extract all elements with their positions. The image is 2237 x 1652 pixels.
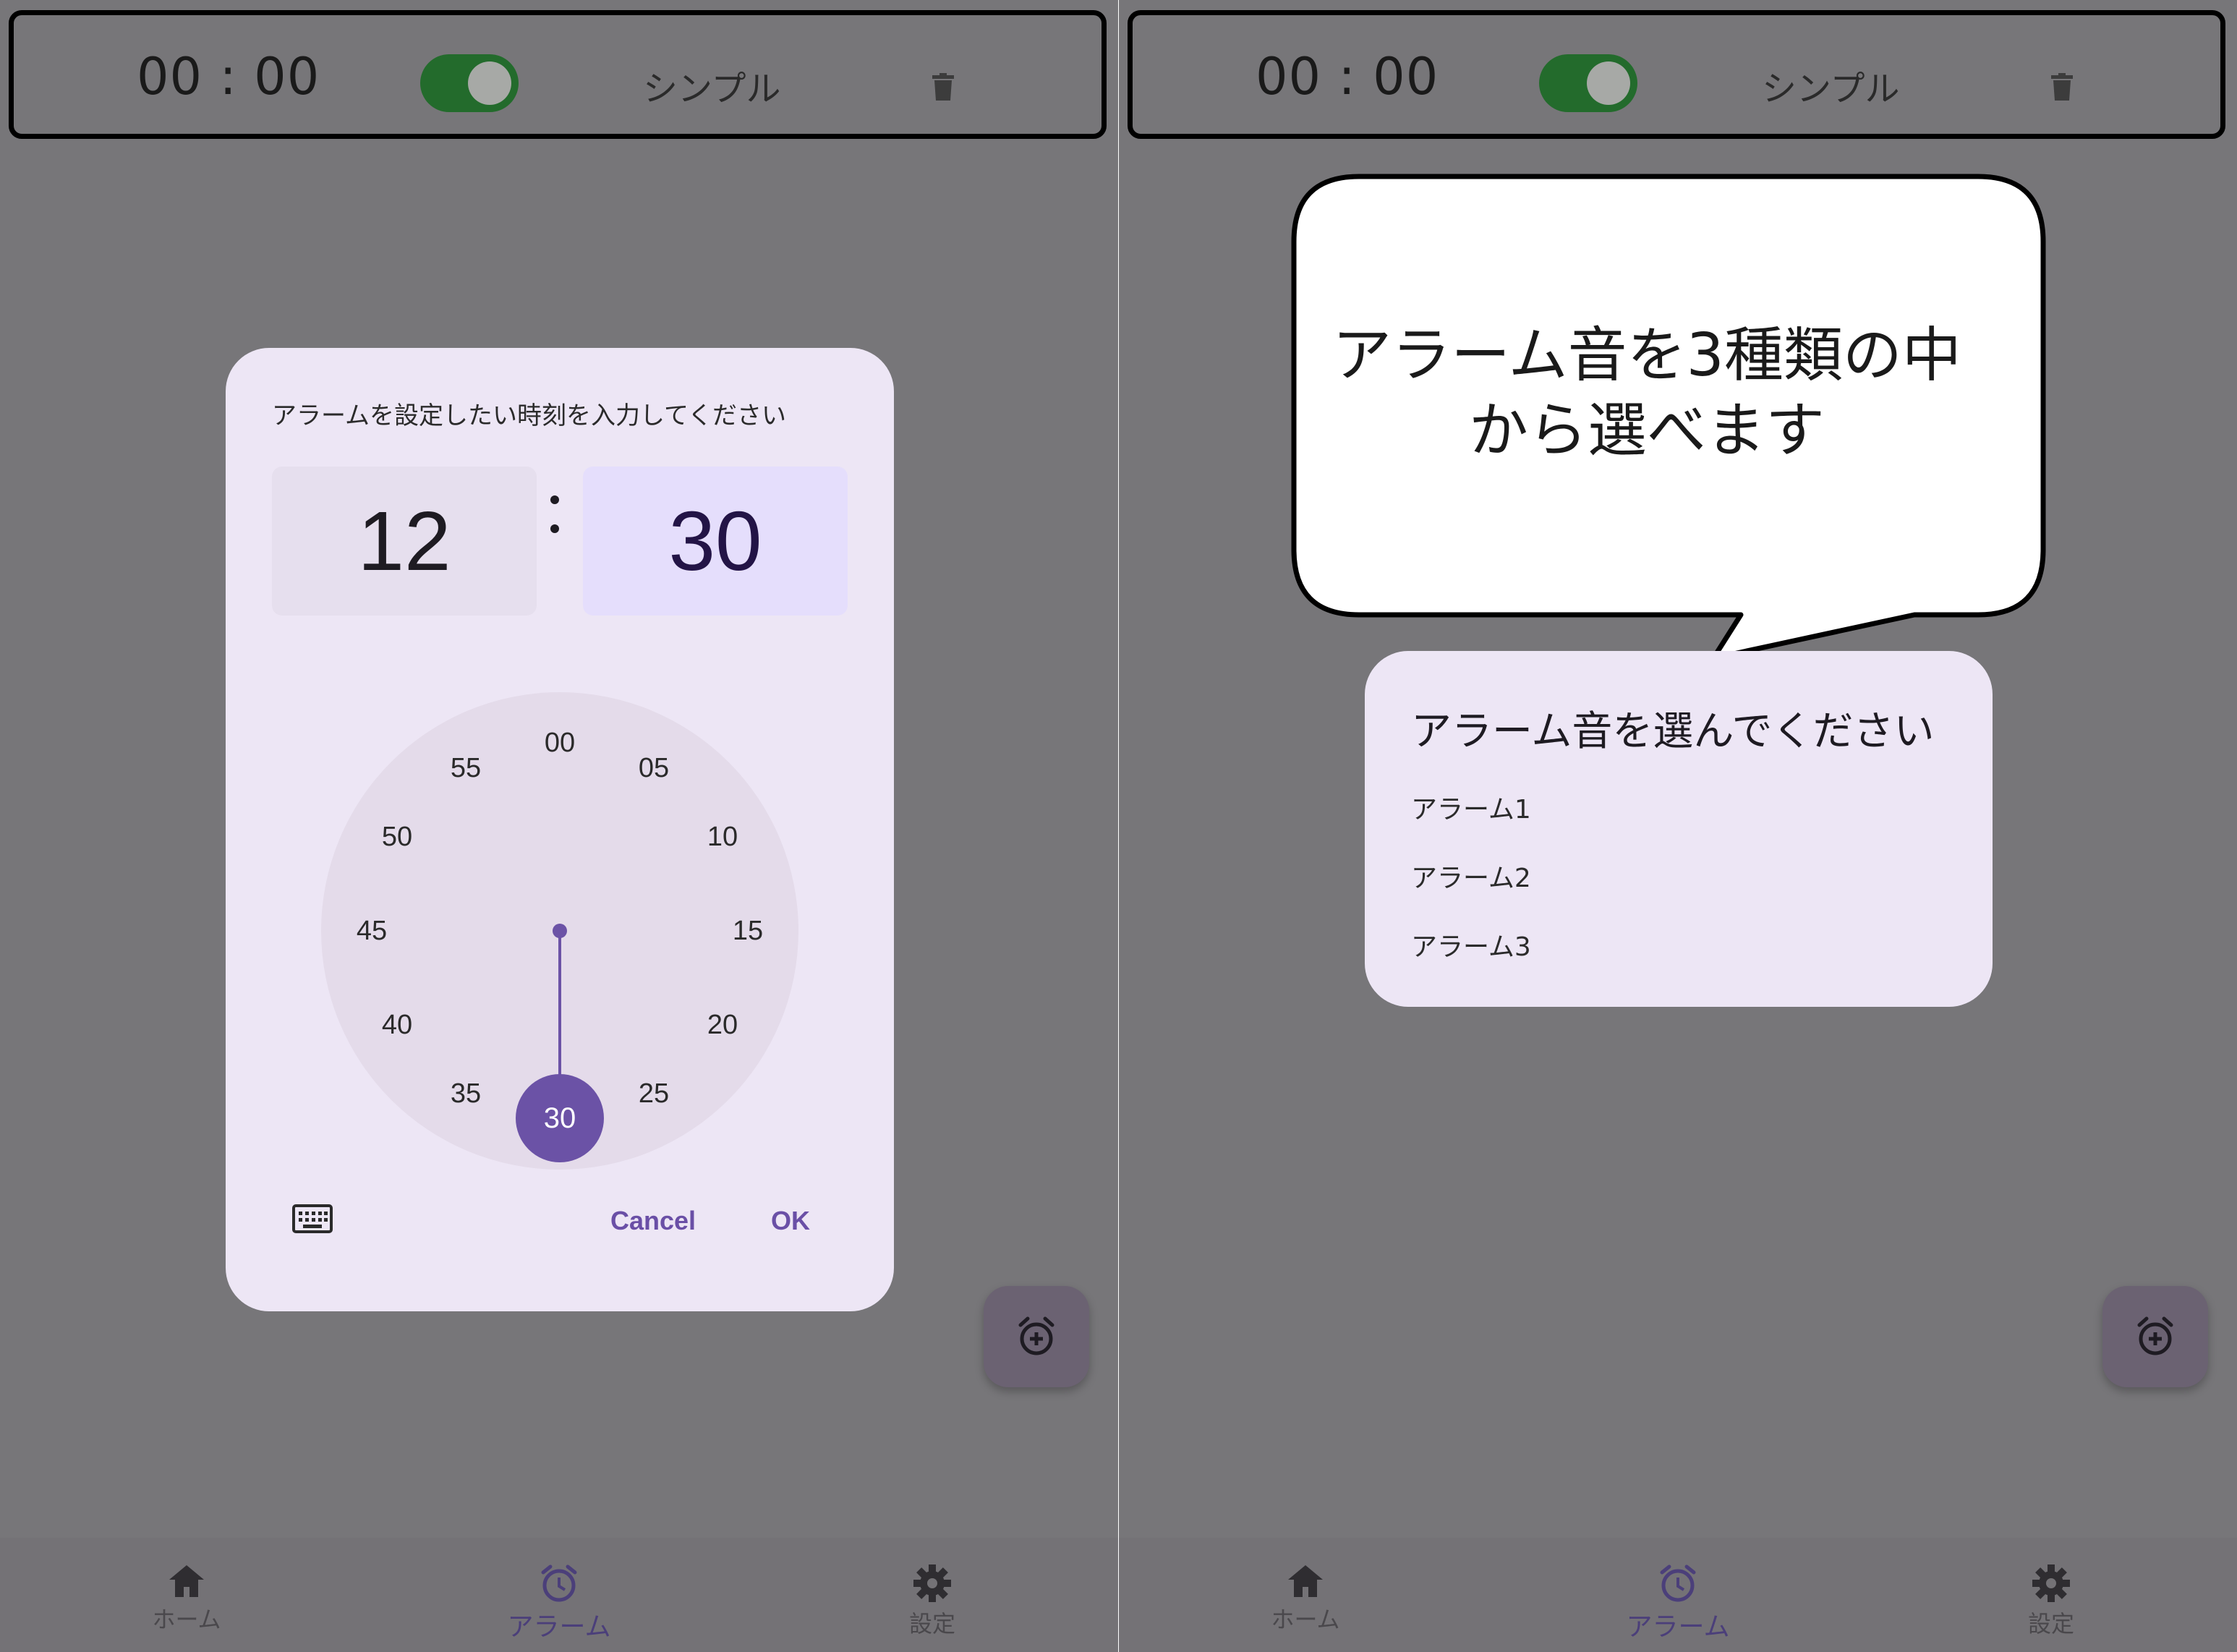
dial-label[interactable]: 15 (723, 913, 773, 949)
sound-option-1[interactable]: アラーム1 (1411, 788, 1531, 826)
add-alarm-button[interactable] (984, 1286, 1089, 1387)
bottom-navigation: ホーム アラーム 設定 (1119, 1538, 2237, 1652)
trash-icon[interactable] (2051, 73, 2073, 103)
nav-label: 設定 (908, 1610, 955, 1638)
home-icon (1288, 1565, 1323, 1597)
nav-item-alarm[interactable]: アラーム (480, 1564, 639, 1643)
alarm-time: 00 : 00 (1256, 47, 1439, 106)
time-picker-dialog: アラームを設定したい時刻を入力してください 12 30 00 05 10 15 … (226, 348, 894, 1311)
dial-label[interactable]: 25 (629, 1076, 679, 1112)
nav-label: ホーム (152, 1606, 221, 1633)
alarm-toggle[interactable] (420, 54, 519, 112)
nav-item-alarm[interactable]: アラーム (1598, 1564, 1757, 1643)
bottom-navigation: ホーム アラーム 設定 (0, 1538, 1118, 1652)
toggle-knob (1587, 61, 1630, 105)
right-screenshot: 00 : 00 シンプル アラーム音を3種類の中 から選べます アラーム音を選ん… (1119, 0, 2237, 1652)
alarm-type-label: シンプル (1762, 69, 1900, 109)
nav-label: ホーム (1271, 1606, 1340, 1633)
minute-field[interactable]: 30 (583, 467, 848, 616)
add-alarm-button[interactable] (2102, 1286, 2208, 1387)
home-icon (169, 1565, 204, 1597)
time-separator (548, 485, 560, 543)
gear-icon (2032, 1564, 2070, 1602)
left-screenshot: 00 : 00 シンプル アラームを設定したい時刻を入力してください 12 30… (0, 0, 1118, 1652)
sound-option-2[interactable]: アラーム2 (1411, 857, 1531, 895)
alarm-clock-icon (1660, 1564, 1696, 1602)
nav-label: アラーム (507, 1612, 611, 1642)
gear-icon (913, 1564, 951, 1602)
minute-dial[interactable]: 00 05 10 15 20 25 35 40 45 50 55 30 (321, 692, 798, 1170)
nav-item-settings[interactable]: 設定 (853, 1564, 1012, 1639)
ok-button[interactable]: OK (771, 1206, 810, 1236)
callout-line-2: から選べます (1468, 396, 1825, 465)
dial-label[interactable]: 10 (697, 819, 748, 855)
dial-label[interactable]: 00 (534, 725, 585, 761)
add-alarm-icon (2137, 1316, 2173, 1355)
nav-item-home[interactable]: ホーム (107, 1564, 266, 1635)
dial-label[interactable]: 35 (440, 1076, 491, 1112)
callout-line-1: アラーム音を3種類の中 (1332, 321, 1961, 390)
alarm-type-label: シンプル (643, 69, 781, 109)
hour-field[interactable]: 12 (272, 467, 537, 616)
dial-label[interactable]: 50 (372, 819, 422, 855)
dial-center-dot (553, 924, 567, 938)
alarm-clock-icon (541, 1564, 577, 1602)
toggle-knob (468, 61, 511, 105)
dial-label[interactable]: 45 (346, 913, 397, 949)
alarm-list-item[interactable]: 00 : 00 シンプル (9, 10, 1107, 139)
sound-option-3[interactable]: アラーム3 (1411, 926, 1531, 963)
dial-label[interactable]: 55 (440, 750, 491, 786)
alarm-time: 00 : 00 (137, 47, 320, 106)
dialog-title: アラーム音を選んでください (1411, 708, 1935, 755)
alarm-sound-dialog: アラーム音を選んでください アラーム1 アラーム2 アラーム3 (1365, 651, 1993, 1007)
nav-label: アラーム (1626, 1612, 1730, 1642)
dial-label[interactable]: 40 (372, 1007, 422, 1043)
nav-label: 設定 (2027, 1610, 2074, 1638)
alarm-list-item[interactable]: 00 : 00 シンプル (1128, 10, 2225, 139)
keyboard-icon[interactable] (292, 1204, 333, 1236)
dial-label[interactable]: 20 (697, 1007, 748, 1043)
trash-icon[interactable] (932, 73, 954, 103)
callout-text: アラーム音を3種類の中 から選べます (1329, 318, 1965, 469)
nav-item-settings[interactable]: 設定 (1972, 1564, 2131, 1639)
cancel-button[interactable]: Cancel (610, 1206, 696, 1236)
dial-label[interactable]: 05 (629, 750, 679, 786)
alarm-toggle[interactable] (1539, 54, 1637, 112)
add-alarm-icon (1018, 1316, 1054, 1355)
nav-item-home[interactable]: ホーム (1226, 1564, 1385, 1635)
dial-selected-minute[interactable]: 30 (516, 1074, 604, 1162)
dialog-prompt: アラームを設定したい時刻を入力してください (272, 401, 786, 430)
